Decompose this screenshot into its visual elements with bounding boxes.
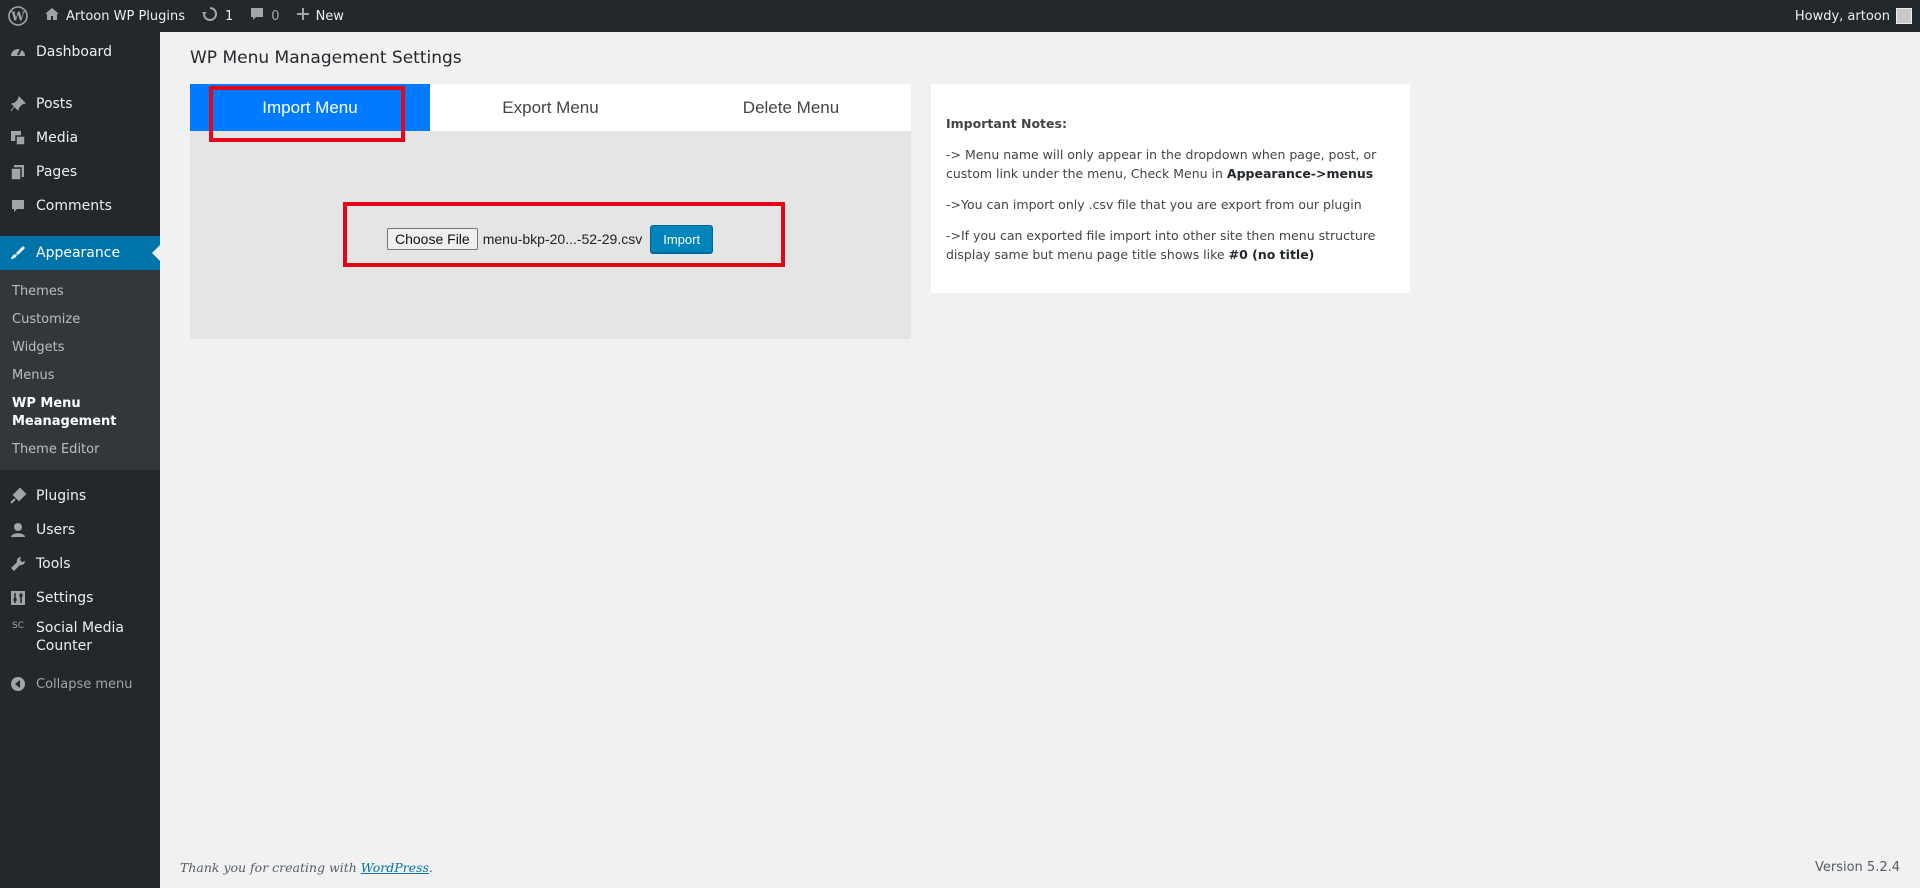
pin-icon <box>0 95 36 113</box>
note-item: -> Menu name will only appear in the dro… <box>946 145 1395 183</box>
home-icon <box>44 6 60 26</box>
admin-sidebar: Dashboard Posts Media Pages Comments App… <box>0 32 160 888</box>
sidebar-item-media[interactable]: Media <box>0 121 160 155</box>
wordpress-logo-icon[interactable]: W <box>0 0 36 32</box>
page-title: WP Menu Management Settings <box>190 48 462 68</box>
social-counter-icon: SC <box>12 621 24 631</box>
updates-icon <box>201 6 219 26</box>
sidebar-item-label: Tools <box>36 556 71 572</box>
updates-link[interactable]: 1 <box>193 0 241 32</box>
plus-icon <box>296 7 310 25</box>
footer-suffix: . <box>428 860 433 875</box>
sidebar-item-users[interactable]: Users <box>0 513 160 547</box>
pages-icon <box>0 163 36 181</box>
sidebar-item-plugins[interactable]: Plugins <box>0 479 160 513</box>
notes-heading: Important Notes: <box>946 116 1067 131</box>
updates-count: 1 <box>225 8 234 24</box>
plug-icon <box>0 487 36 505</box>
wrench-icon <box>0 555 36 573</box>
note-item: ->You can import only .csv file that you… <box>946 197 1362 212</box>
sidebar-item-label: Posts <box>36 96 73 112</box>
note-bold: Appearance->menus <box>1226 166 1374 181</box>
sidebar-item-comments[interactable]: Comments <box>0 189 160 223</box>
sidebar-item-settings[interactable]: Settings <box>0 581 160 615</box>
collapse-label: Collapse menu <box>36 676 133 692</box>
sidebar-item-label: Pages <box>36 164 78 180</box>
sidebar-item-pages[interactable]: Pages <box>0 155 160 189</box>
media-icon <box>0 129 36 147</box>
site-name: Artoon WP Plugins <box>66 8 186 24</box>
collapse-menu-button[interactable]: Collapse menu <box>0 667 160 701</box>
submenu-item-wp-menu-management[interactable]: WP Menu Meanagement <box>12 395 117 431</box>
wordpress-link[interactable]: WordPress <box>361 860 429 875</box>
sidebar-item-social-media-counter[interactable]: SC Social Media Counter <box>0 617 160 657</box>
new-label: New <box>315 8 344 24</box>
sidebar-item-posts[interactable]: Posts <box>0 87 160 121</box>
submenu-item-widgets[interactable]: Widgets <box>12 339 65 357</box>
howdy-greeting: Howdy, artoon <box>1794 8 1890 24</box>
user-icon <box>0 521 36 539</box>
sidebar-item-label: Plugins <box>36 488 87 504</box>
sidebar-item-label: Appearance <box>36 245 121 261</box>
appearance-submenu: Themes Customize Widgets Menus WP Menu M… <box>0 270 160 470</box>
important-notes-panel: Important Notes: -> Menu name will only … <box>931 84 1410 293</box>
comments-icon <box>0 197 36 215</box>
tab-delete-menu[interactable]: Delete Menu <box>671 84 911 131</box>
sidebar-item-dashboard[interactable]: Dashboard <box>0 34 160 70</box>
submenu-item-customize[interactable]: Customize <box>12 311 80 329</box>
submenu-item-theme-editor[interactable]: Theme Editor <box>12 441 99 459</box>
paintbrush-icon <box>0 244 36 262</box>
submenu-item-menus[interactable]: Menus <box>12 367 54 385</box>
highlight-box-file-upload <box>343 202 785 267</box>
avatar <box>1896 8 1912 24</box>
sidebar-item-appearance[interactable]: Appearance <box>0 236 160 270</box>
sidebar-item-label: Users <box>36 522 76 538</box>
sidebar-item-label: Settings <box>36 590 94 606</box>
collapse-arrow-icon <box>0 676 36 692</box>
comment-bubble-icon <box>249 6 265 26</box>
sidebar-item-label: Dashboard <box>36 44 112 60</box>
settings-sliders-icon <box>0 589 36 607</box>
dashboard-icon <box>0 43 36 61</box>
new-content-link[interactable]: New <box>288 0 352 32</box>
footer-thanks: Thank you for creating with WordPress. <box>180 860 433 875</box>
sidebar-item-label: Social Media Counter <box>36 620 125 654</box>
sidebar-item-tools[interactable]: Tools <box>0 547 160 581</box>
tab-export-menu[interactable]: Export Menu <box>430 84 671 131</box>
admin-bar: W Artoon WP Plugins 1 0 New Howdy, artoo… <box>0 0 1920 32</box>
site-name-link[interactable]: Artoon WP Plugins <box>36 0 193 32</box>
comments-count: 0 <box>271 8 280 24</box>
note-item: ->If you can exported file import into o… <box>946 226 1395 264</box>
submenu-item-themes[interactable]: Themes <box>12 283 64 301</box>
footer-text: Thank you for creating with <box>180 860 357 875</box>
note-bold: #0 (no title) <box>1228 247 1315 262</box>
footer-version: Version 5.2.4 <box>1814 860 1900 875</box>
my-account-link[interactable]: Howdy, artoon <box>1787 0 1920 32</box>
svg-text:W: W <box>10 10 25 24</box>
highlight-box-import-tab <box>209 86 405 142</box>
sidebar-item-label: Media <box>36 130 79 146</box>
comments-link[interactable]: 0 <box>241 0 287 32</box>
sidebar-item-label: Comments <box>36 198 112 214</box>
